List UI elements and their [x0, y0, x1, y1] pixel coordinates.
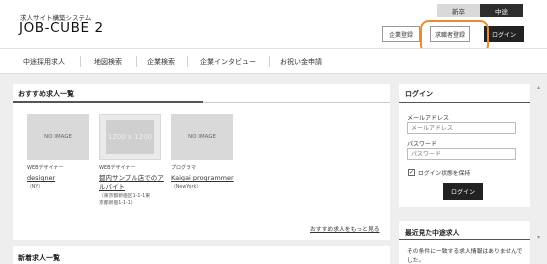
job-location: （NewYork）: [171, 185, 202, 190]
recent-jobs-empty-message: その条件に一致する求人情報はありませんでした。: [407, 249, 523, 264]
login-submit-button[interactable]: ログイン: [443, 183, 483, 200]
more-recommended-link[interactable]: おすすめ求人をもっと見る: [310, 224, 380, 233]
nav-item-mid-career-jobs[interactable]: 中途採用求人: [10, 49, 78, 74]
new-jobs-panel: 新着求人一覧: [13, 246, 390, 264]
job-location: 京都新宿1-1-1）: [99, 201, 136, 206]
job-title-line: ルバイト: [99, 183, 125, 191]
nav-divider: [136, 56, 137, 67]
job-title-link[interactable]: Kaigai programmer: [171, 174, 234, 183]
job-card[interactable]: 1200 x 1200 WEBデザイナー 都内サンプル店でのア ルバイト （東京…: [99, 114, 164, 206]
title-underline: [13, 101, 203, 103]
check-icon: ✓: [408, 168, 415, 176]
title-rule: [399, 102, 530, 103]
email-field[interactable]: [407, 122, 516, 134]
password-field[interactable]: [407, 148, 516, 160]
job-category: プログラマ: [171, 165, 197, 171]
recent-jobs-title: 最近見た中途求人: [405, 229, 460, 237]
job-location: （NY）: [27, 185, 44, 190]
nav-item-bonus-application[interactable]: お祝い金申請: [272, 49, 330, 74]
scroll-down-icon[interactable]: ▾: [537, 234, 540, 241]
site-logo[interactable]: JOB-CUBE 2: [19, 20, 104, 36]
nav-divider: [269, 56, 270, 67]
toggle-mid-career[interactable]: 中途: [480, 4, 523, 17]
job-title-line: 都内サンプル店でのア: [99, 174, 164, 182]
toggle-new-grad[interactable]: 新卒: [437, 4, 480, 17]
job-title-link[interactable]: 都内サンプル店でのア ルバイト: [99, 174, 164, 192]
job-location: （東京都新宿区1-1-1東: [99, 194, 150, 199]
login-title: ログイン: [405, 90, 433, 98]
nav-item-map-search[interactable]: 地図検索: [82, 49, 134, 74]
title-rule: [203, 102, 390, 103]
password-label: パスワード: [407, 141, 438, 148]
recommended-jobs-panel: おすすめ求人一覧 NO IMAGE WEBデザイナー designer （NY）…: [13, 84, 390, 240]
title-rule: [399, 239, 530, 240]
sample-image: 1200 x 1200: [106, 120, 154, 154]
recruit-type-toggle: 新卒 中途: [437, 4, 523, 17]
scroll-up-icon[interactable]: ▴: [537, 84, 540, 91]
nav-divider: [187, 56, 188, 67]
nav-item-company-interview[interactable]: 企業インタビュー: [190, 49, 266, 74]
keep-login-checkbox[interactable]: ✓: [408, 169, 415, 176]
keep-login-row[interactable]: ✓ ログイン状態を保持: [408, 168, 470, 177]
job-card[interactable]: NO IMAGE プログラマ Kaigai programmer （NewYor…: [171, 114, 234, 190]
header-login-button[interactable]: ログイン: [484, 26, 524, 42]
corporate-register-button[interactable]: 企業登録: [382, 26, 420, 42]
site-header: 求人サイト構築システム JOB-CUBE 2 新卒 中途 企業登録 求職者登録 …: [0, 0, 547, 54]
job-category: WEBデザイナー: [27, 165, 64, 171]
main-nav: 中途採用求人 地図検索 企業検索 企業インタビュー お祝い金申請: [0, 48, 547, 74]
scrollbar[interactable]: ▴ ▾: [537, 84, 543, 260]
job-thumbnail[interactable]: NO IMAGE: [171, 114, 233, 160]
job-title-link[interactable]: designer: [27, 174, 55, 183]
keep-login-label: ログイン状態を保持: [418, 171, 471, 177]
job-thumbnail[interactable]: 1200 x 1200: [99, 114, 161, 160]
new-jobs-title: 新着求人一覧: [18, 254, 60, 262]
recent-jobs-panel: 最近見た中途求人 その条件に一致する求人情報はありませんでした。: [399, 221, 530, 264]
nav-divider: [80, 56, 81, 67]
job-thumbnail[interactable]: NO IMAGE: [27, 114, 89, 160]
email-label: メールアドレス: [407, 115, 450, 122]
job-category: WEBデザイナー: [99, 165, 136, 171]
nav-item-company-search[interactable]: 企業検索: [138, 49, 184, 74]
recommended-jobs-title: おすすめ求人一覧: [18, 90, 74, 98]
job-card[interactable]: NO IMAGE WEBデザイナー designer （NY）: [27, 114, 89, 190]
